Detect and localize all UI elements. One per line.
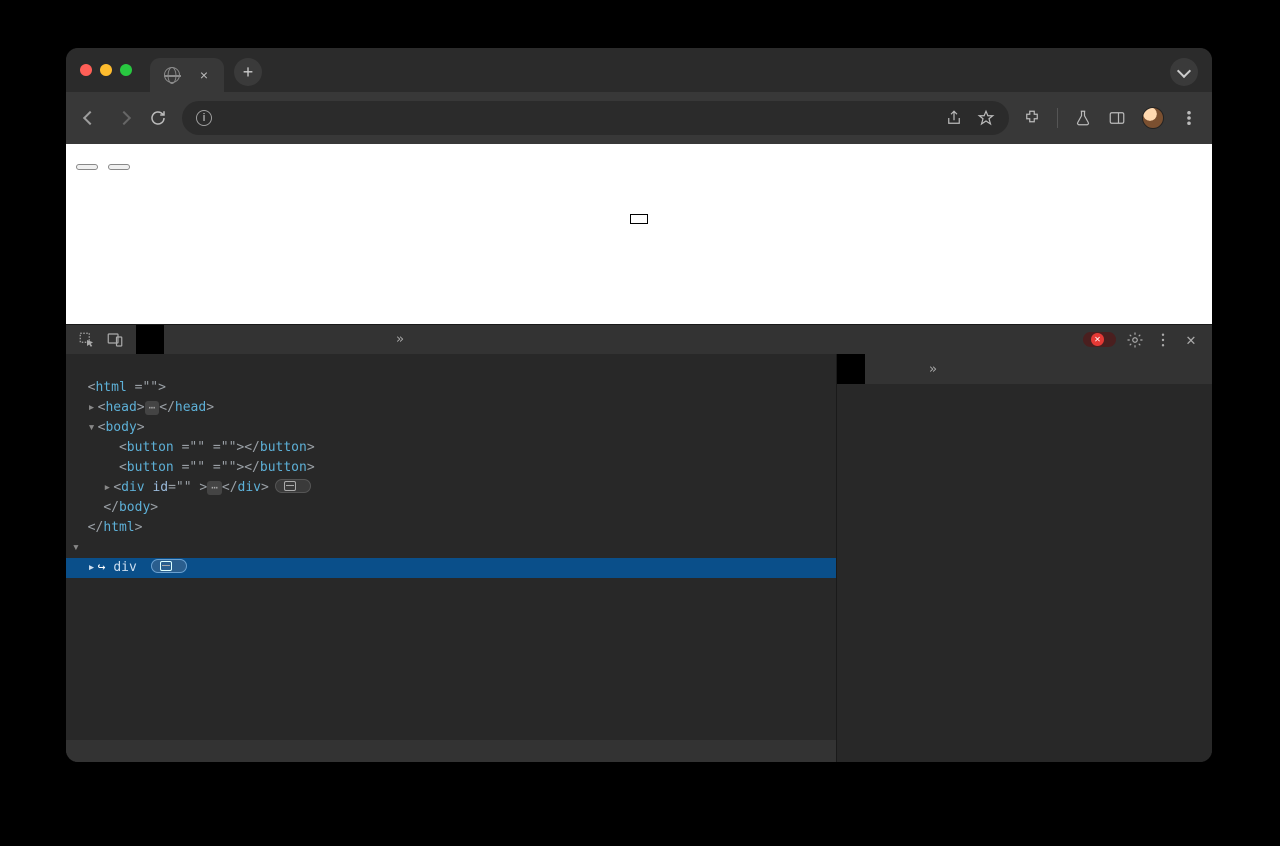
- tab-network[interactable]: [220, 325, 248, 354]
- devtools: » ✕ ✕ <html =""> ▸<head>⋯</head> ▾<body>…: [66, 324, 1212, 762]
- close-tab-button[interactable]: ×: [196, 67, 212, 83]
- maximize-window-button[interactable]: [120, 64, 132, 76]
- dom-line[interactable]: ▸<div id="" >⋯</div>: [72, 478, 836, 498]
- devtools-menu-button[interactable]: [1154, 331, 1172, 349]
- window-controls: [80, 64, 132, 76]
- dom-line[interactable]: </html>: [72, 518, 836, 538]
- devtools-body: <html =""> ▸<head>⋯</head> ▾<body> <butt…: [66, 354, 1212, 762]
- profile-avatar[interactable]: [1142, 107, 1164, 129]
- new-tab-button[interactable]: +: [234, 58, 262, 86]
- tab-security[interactable]: [332, 325, 360, 354]
- extensions-button[interactable]: [1023, 109, 1041, 127]
- tab-layout[interactable]: [893, 354, 921, 384]
- chevron-down-icon: [1177, 63, 1191, 77]
- arrow-right-icon: [117, 111, 131, 125]
- dom-line-selected[interactable]: ▸↪ div: [66, 558, 836, 578]
- reload-icon: [149, 109, 167, 127]
- menu-button[interactable]: [1180, 109, 1198, 127]
- inspect-element-button[interactable]: [78, 331, 96, 349]
- tab-search-button[interactable]: [1170, 58, 1198, 86]
- titlebar: × +: [66, 48, 1212, 92]
- tab-sources[interactable]: [192, 325, 220, 354]
- dom-line[interactable]: <button ="" =""></button>: [72, 438, 836, 458]
- tab-application[interactable]: [304, 325, 332, 354]
- layers-icon: [160, 561, 172, 571]
- tab-console[interactable]: [164, 325, 192, 354]
- popover-content: [630, 214, 648, 224]
- devtools-close-button[interactable]: ✕: [1182, 331, 1200, 349]
- tab-performance[interactable]: [248, 325, 276, 354]
- bookmark-button[interactable]: [977, 109, 995, 127]
- breadcrumbs: [66, 740, 836, 762]
- styles-panel: »: [836, 354, 1212, 762]
- tab-computed[interactable]: [865, 354, 893, 384]
- styles-tabbar: »: [837, 354, 1212, 384]
- show-popover-button[interactable]: [76, 164, 98, 170]
- device-toggle-button[interactable]: [106, 331, 124, 349]
- share-button[interactable]: [945, 109, 963, 127]
- site-info-icon[interactable]: i: [196, 110, 212, 126]
- hide-popover-button[interactable]: [108, 164, 130, 170]
- tab-elements[interactable]: [136, 325, 164, 354]
- devtools-more-tabs[interactable]: »: [388, 325, 412, 354]
- tab-styles[interactable]: [837, 354, 865, 384]
- tab-lighthouse[interactable]: [360, 325, 388, 354]
- toolbar: i: [66, 92, 1212, 144]
- tab-memory[interactable]: [276, 325, 304, 354]
- dom-tree[interactable]: <html =""> ▸<head>⋯</head> ▾<body> <butt…: [66, 354, 836, 740]
- back-button[interactable]: [80, 108, 100, 128]
- forward-button[interactable]: [114, 108, 134, 128]
- separator: [1057, 108, 1058, 128]
- top-layer-badge[interactable]: [275, 479, 311, 493]
- dom-line[interactable]: <button ="" =""></button>: [72, 458, 836, 478]
- dom-line[interactable]: </body>: [72, 498, 836, 518]
- side-panel-button[interactable]: [1108, 109, 1126, 127]
- layers-icon: [284, 481, 296, 491]
- dom-line[interactable]: ▸<head>⋯</head>: [72, 398, 836, 418]
- styles-more-tabs[interactable]: »: [921, 354, 945, 384]
- globe-icon: [164, 67, 180, 83]
- reload-button[interactable]: [148, 108, 168, 128]
- dom-line[interactable]: ▾: [72, 538, 836, 558]
- devtools-tabbar: » ✕ ✕: [66, 324, 1212, 354]
- experiments-button[interactable]: [1074, 109, 1092, 127]
- elements-panel: <html =""> ▸<head>⋯</head> ▾<body> <butt…: [66, 354, 836, 762]
- browser-window: × + i: [66, 48, 1212, 762]
- browser-tab[interactable]: ×: [150, 58, 224, 92]
- dom-line[interactable]: <html ="">: [72, 378, 836, 398]
- address-bar[interactable]: i: [182, 101, 1009, 135]
- devtools-settings-button[interactable]: [1126, 331, 1144, 349]
- reveal-badge[interactable]: [151, 559, 187, 573]
- error-count-badge[interactable]: ✕: [1083, 332, 1116, 347]
- dom-line[interactable]: [72, 358, 836, 378]
- toolbar-right: [1023, 107, 1198, 129]
- close-window-button[interactable]: [80, 64, 92, 76]
- arrow-left-icon: [83, 111, 97, 125]
- page-viewport: [66, 144, 1212, 324]
- minimize-window-button[interactable]: [100, 64, 112, 76]
- dom-line[interactable]: ▾<body>: [72, 418, 836, 438]
- error-icon: ✕: [1091, 333, 1104, 346]
